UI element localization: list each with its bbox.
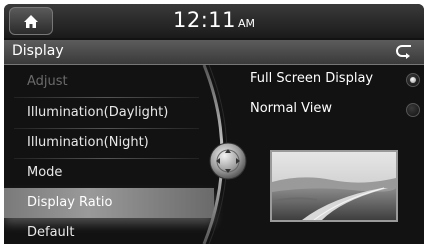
clock-time: 12:11 (172, 8, 236, 32)
menu-arc-divider (202, 65, 228, 244)
head-unit-screen: 12:11 AM Display Adjust Illumination(Dayl… (4, 4, 424, 244)
page-title: Display (12, 43, 64, 59)
road-landscape-image (272, 152, 396, 220)
clock-ampm: AM (238, 17, 256, 30)
clock: 12:11 AM (4, 8, 424, 32)
option-full-screen-display-label[interactable]: Full Screen Display (250, 71, 373, 86)
back-button[interactable] (390, 42, 420, 62)
option-normal-view-label[interactable]: Normal View (250, 101, 332, 116)
back-arrow-icon (396, 45, 411, 59)
radio-full-screen-display[interactable] (406, 73, 420, 87)
jog-dial[interactable] (209, 142, 247, 180)
jog-dial-icon (209, 142, 247, 180)
radio-normal-view[interactable] (406, 103, 420, 117)
title-bar: Display (4, 40, 424, 65)
display-ratio-preview-image (270, 150, 398, 222)
status-bar: 12:11 AM (4, 4, 424, 38)
device-frame: 12:11 AM Display Adjust Illumination(Dayl… (0, 0, 428, 244)
